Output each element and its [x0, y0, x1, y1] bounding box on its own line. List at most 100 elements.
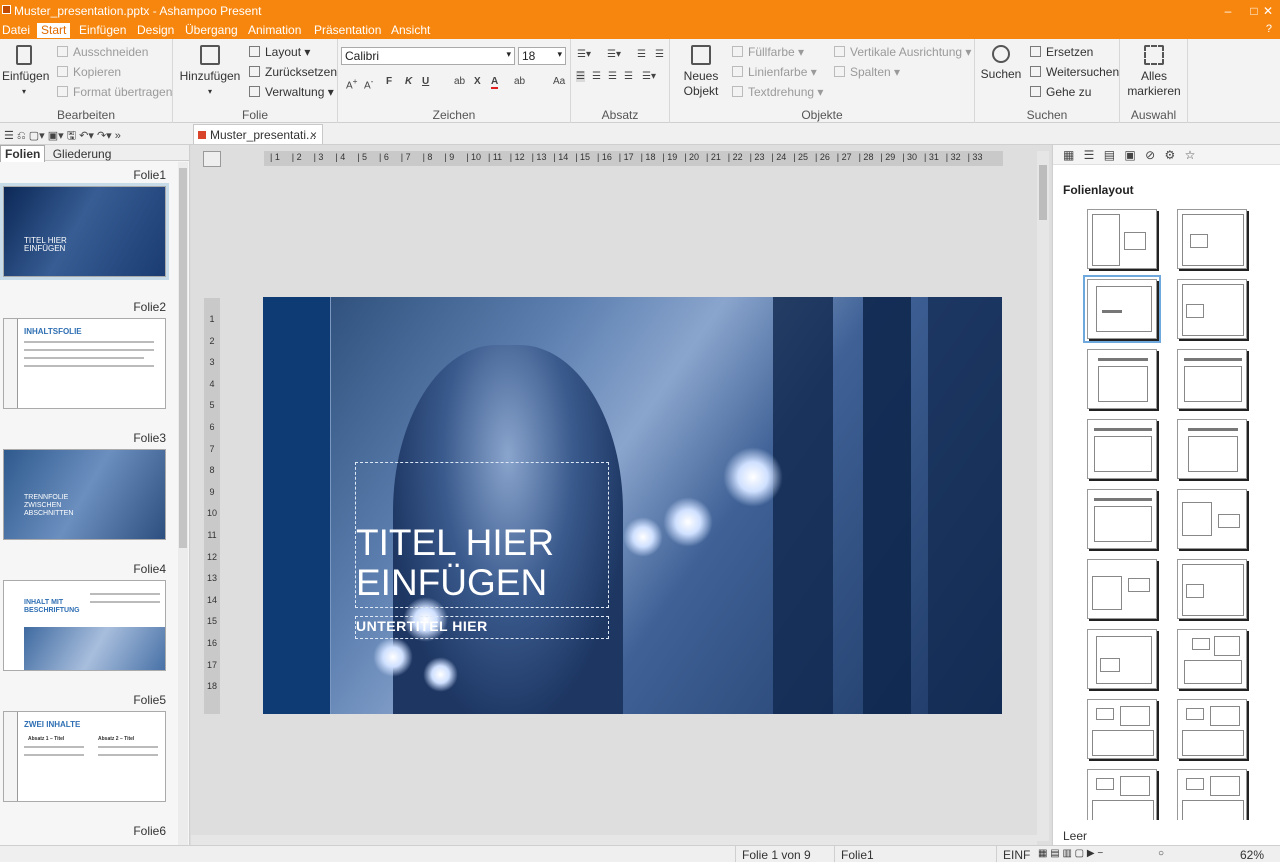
- minimize-button[interactable]: –: [1216, 2, 1240, 20]
- format-painter-button[interactable]: Format übertragen: [57, 85, 172, 99]
- slide-preview: ZWEI INHALTE Absatz 1 – Titel Absatz 2 –…: [3, 711, 166, 802]
- slide-thumb-5[interactable]: Folie5 ZWEI INHALTE Absatz 1 – Titel Abs…: [0, 693, 170, 802]
- bullet-list-icon[interactable]: ☰▾: [577, 49, 591, 60]
- layout-thumb[interactable]: [1087, 349, 1157, 409]
- replace-button[interactable]: Ersetzen: [1030, 45, 1093, 59]
- menu-praesentation[interactable]: Präsentation: [314, 23, 381, 38]
- layout-thumb[interactable]: [1177, 769, 1247, 820]
- slide-title-line1: TITEL HIER: [356, 522, 555, 563]
- font-select[interactable]: Calibri ▾: [341, 47, 515, 65]
- toolbar-icons[interactable]: ☰ ⎌ ▢▾ ▣▾ 🖫 ↶▾ ↷▾ »: [4, 127, 121, 146]
- layout-thumb[interactable]: [1087, 489, 1157, 549]
- menu-start[interactable]: Start: [37, 23, 71, 38]
- ruler-tick: | 18: [640, 152, 656, 162]
- layout-thumb[interactable]: [1177, 489, 1247, 549]
- layout-thumb[interactable]: [1177, 279, 1247, 339]
- menu-datei[interactable]: Datei: [2, 23, 30, 38]
- goto-label: Gehe zu: [1046, 85, 1092, 99]
- new-object-button[interactable]: Neues Objekt: [676, 45, 726, 99]
- scrollbar-thumb[interactable]: [1039, 165, 1047, 220]
- layout-thumb[interactable]: [1177, 419, 1247, 479]
- zoom-slider-icon[interactable]: ○: [1158, 848, 1164, 859]
- layout-thumb[interactable]: [1177, 349, 1247, 409]
- menu-animation[interactable]: Animation: [248, 23, 301, 38]
- layout-thumb[interactable]: [1087, 559, 1157, 619]
- tab-folien[interactable]: Folien: [0, 145, 46, 162]
- paste-label: Einfügen: [2, 69, 50, 83]
- layout-thumb-selected[interactable]: [1083, 275, 1161, 343]
- align-right-icon[interactable]: ☰: [608, 71, 617, 82]
- align-left-icon[interactable]: ☰: [576, 71, 585, 82]
- reset-button[interactable]: Zurücksetzen: [249, 65, 337, 79]
- format-painter-label: Format übertragen: [73, 85, 173, 99]
- grow-font-icon[interactable]: A+: [346, 76, 358, 91]
- text-rotation-label: Textdrehung: [748, 85, 815, 99]
- menu-uebergang[interactable]: Übergang: [185, 23, 238, 38]
- copy-button[interactable]: Kopieren: [57, 65, 121, 79]
- indent-icon[interactable]: ☰: [637, 49, 646, 60]
- add-slide-label: Hinzufügen: [179, 69, 241, 83]
- text-effects-icon[interactable]: Aa: [553, 76, 565, 87]
- menu-einfuegen[interactable]: Einfügen: [79, 23, 126, 38]
- shrink-font-icon[interactable]: A-: [364, 76, 373, 91]
- clear-format-icon[interactable]: X: [474, 76, 481, 87]
- paste-button[interactable]: Einfügen ▾: [2, 45, 50, 99]
- align-center-icon[interactable]: ☰: [592, 71, 601, 82]
- font-size-value: 18: [522, 49, 536, 63]
- highlight-icon[interactable]: ab: [514, 76, 525, 87]
- layout-thumb[interactable]: [1177, 629, 1247, 689]
- justify-icon[interactable]: ☰: [624, 71, 633, 82]
- cut-button[interactable]: Ausschneiden: [57, 45, 148, 59]
- layout-thumb[interactable]: [1087, 699, 1157, 759]
- slide-thumb-1[interactable]: Folie1 TITEL HIER EINFÜGEN: [0, 168, 170, 280]
- layout-thumb[interactable]: [1087, 209, 1157, 269]
- search-button[interactable]: Suchen: [979, 45, 1023, 82]
- menu-design[interactable]: Design: [137, 23, 174, 38]
- goto-button[interactable]: Gehe zu: [1030, 85, 1091, 99]
- select-all-button[interactable]: Alles markieren: [1124, 45, 1184, 99]
- layout-thumb[interactable]: [1087, 419, 1157, 479]
- scrollbar-thumb[interactable]: [179, 168, 187, 548]
- numbered-list-icon[interactable]: ☰▾: [607, 49, 621, 60]
- outdent-icon[interactable]: ☰: [655, 49, 664, 60]
- text-rotation-button[interactable]: Textdrehung ▾: [732, 85, 823, 99]
- bold-button[interactable]: F: [386, 76, 392, 87]
- layout-thumb[interactable]: [1177, 559, 1247, 619]
- slide-thumb-4[interactable]: Folie4 INHALT MIT BESCHRIFTUNG: [0, 562, 170, 671]
- editor-scrollbar[interactable]: [1037, 151, 1049, 841]
- find-next-button[interactable]: Weitersuchen: [1030, 65, 1119, 79]
- columns-button[interactable]: Spalten ▾: [834, 65, 900, 79]
- slides-scrollbar[interactable]: [178, 162, 188, 845]
- font-color-icon[interactable]: A: [491, 76, 499, 89]
- view-mode-icons[interactable]: ▦ ▤ ▥ ▢ ▶ −: [1038, 848, 1103, 859]
- line-spacing-icon[interactable]: ☰▾: [642, 71, 656, 82]
- italic-button[interactable]: K: [405, 76, 412, 87]
- line-color-button[interactable]: Linienfarbe ▾: [732, 65, 817, 79]
- panel-toolbar[interactable]: ▦ ☰ ▤ ▣ ⊘ ⚙ ☆: [1053, 145, 1280, 165]
- layout-thumb[interactable]: [1087, 629, 1157, 689]
- layout-thumb[interactable]: [1177, 209, 1247, 269]
- group-label-objekte: Objekte: [801, 108, 843, 122]
- underline-button[interactable]: U: [422, 76, 429, 87]
- help-icon[interactable]: ?: [1266, 23, 1272, 35]
- horizontal-scrollbar[interactable]: [191, 835, 1037, 845]
- tab-gliederung[interactable]: Gliederung: [49, 146, 116, 162]
- slide-canvas[interactable]: TITEL HIER EINFÜGEN UNTERTITEL HIER: [263, 297, 1002, 714]
- font-size-select[interactable]: 18 ▾: [518, 47, 566, 65]
- slide-thumb-2[interactable]: Folie2 INHALTSFOLIE: [0, 300, 170, 409]
- layout-thumb[interactable]: [1177, 699, 1247, 759]
- menu-ansicht[interactable]: Ansicht: [391, 23, 430, 38]
- fill-color-button[interactable]: Füllfarbe ▾: [732, 45, 804, 59]
- layout-thumb[interactable]: [1087, 769, 1157, 820]
- layout-button[interactable]: Layout ▾: [249, 45, 310, 59]
- manage-button[interactable]: Verwaltung ▾: [249, 85, 334, 99]
- close-button[interactable]: ✕: [1256, 2, 1280, 20]
- ruler-tick: | 27: [836, 152, 852, 162]
- vertical-align-button[interactable]: Vertikale Ausrichtung ▾: [834, 45, 971, 59]
- slide-thumb-3[interactable]: Folie3 TRENNFOLIE ZWISCHEN ABSCHNITTEN: [0, 431, 170, 540]
- slide-thumb-6[interactable]: Folie6: [0, 824, 170, 840]
- close-tab-icon[interactable]: ×: [310, 128, 317, 142]
- add-slide-button[interactable]: Hinzufügen ▾: [178, 45, 242, 99]
- strikethrough-icon[interactable]: ab: [454, 76, 465, 87]
- document-tab[interactable]: Muster_presentati... ×: [193, 124, 323, 144]
